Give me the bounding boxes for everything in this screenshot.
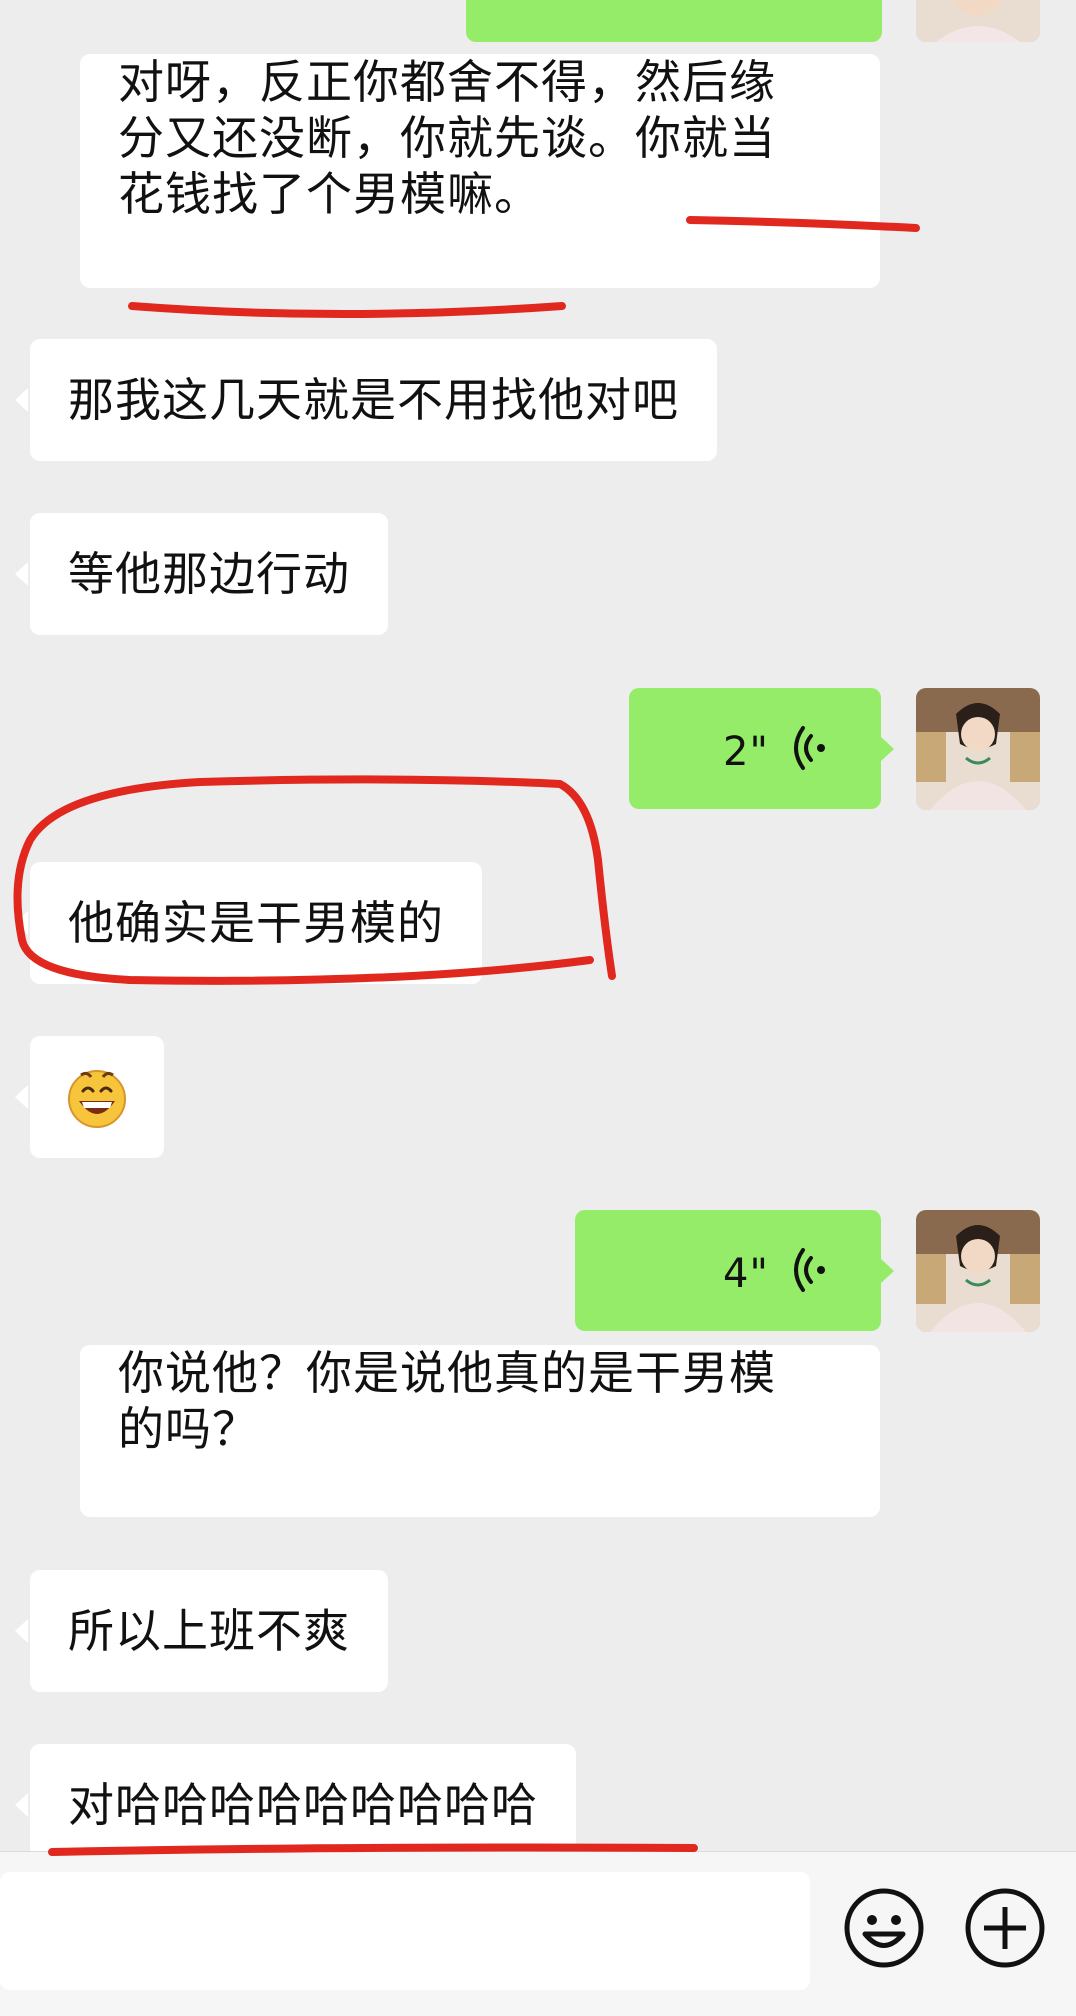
avatar-photo	[916, 1210, 1040, 1332]
bubble-tail	[15, 388, 28, 412]
message-line: 花钱找了个男模嘛。	[118, 167, 541, 221]
bubble-tail	[15, 911, 28, 935]
message-text: 等他那边行动	[68, 547, 350, 601]
message-bubble-left[interactable]: 对哈哈哈哈哈哈哈哈哈	[30, 1744, 576, 1866]
chat-screen: 对呀，反正你都舍不得，然后缘 分又还没断，你就先谈。你就当 花钱找了个男模嘛。 …	[0, 0, 1076, 2016]
voice-message-bubble[interactable]: 4"	[575, 1210, 881, 1331]
message-bubble-left[interactable]: 你说他？你是说他真的是干男模 的吗？	[80, 1345, 880, 1517]
bubble-tail	[15, 1793, 28, 1817]
avatar[interactable]	[916, 1210, 1040, 1332]
avatar[interactable]	[916, 688, 1040, 810]
voice-duration: 4"	[723, 1251, 769, 1297]
message-bubble-left[interactable]: 所以上班不爽	[30, 1570, 388, 1692]
message-text: 那我这几天就是不用找他对吧	[68, 373, 679, 427]
chat-input-bar	[0, 1851, 1076, 2016]
avatar-photo	[916, 0, 1040, 42]
voice-message-bubble[interactable]: 2"	[629, 688, 881, 809]
bubble-tail	[881, 737, 894, 761]
message-text: 对哈哈哈哈哈哈哈哈哈	[68, 1778, 538, 1832]
voice-wave-icon	[794, 1248, 825, 1292]
message-bubble-partial[interactable]	[466, 0, 882, 42]
message-input[interactable]	[0, 1872, 810, 1990]
message-line: 分又还没断，你就先谈。你就当	[118, 111, 776, 165]
plus-circle-icon[interactable]	[964, 1887, 1046, 1969]
message-line: 你说他？你是说他真的是干男模	[118, 1346, 776, 1400]
avatar[interactable]	[916, 0, 1040, 42]
bubble-tail	[881, 1259, 894, 1283]
message-line: 对呀，反正你都舍不得，然后缘	[118, 55, 776, 109]
smiley-icon[interactable]	[843, 1887, 925, 1969]
message-bubble-left[interactable]: 那我这几天就是不用找他对吧	[30, 339, 717, 461]
annotation-overlay	[13, 216, 920, 1856]
bubble-tail	[15, 1619, 28, 1643]
voice-wave-icon	[794, 726, 825, 770]
message-bubble-left[interactable]: 等他那边行动	[30, 513, 388, 635]
message-bubble-left[interactable]: 对呀，反正你都舍不得，然后缘 分又还没断，你就先谈。你就当 花钱找了个男模嘛。	[80, 54, 880, 288]
message-text: 所以上班不爽	[68, 1604, 350, 1658]
bubble-tail	[15, 1085, 28, 1109]
emoji-message-bubble[interactable]	[30, 1036, 164, 1158]
message-line: 的吗？	[118, 1402, 259, 1456]
bubble-tail	[15, 562, 28, 586]
grinning-face-icon	[68, 1070, 126, 1128]
avatar-photo	[916, 688, 1040, 810]
voice-duration: 2"	[723, 729, 769, 775]
message-bubble-left[interactable]: 他确实是干男模的	[30, 862, 482, 984]
annotation-underline	[128, 302, 566, 318]
message-text: 他确实是干男模的	[68, 896, 444, 950]
